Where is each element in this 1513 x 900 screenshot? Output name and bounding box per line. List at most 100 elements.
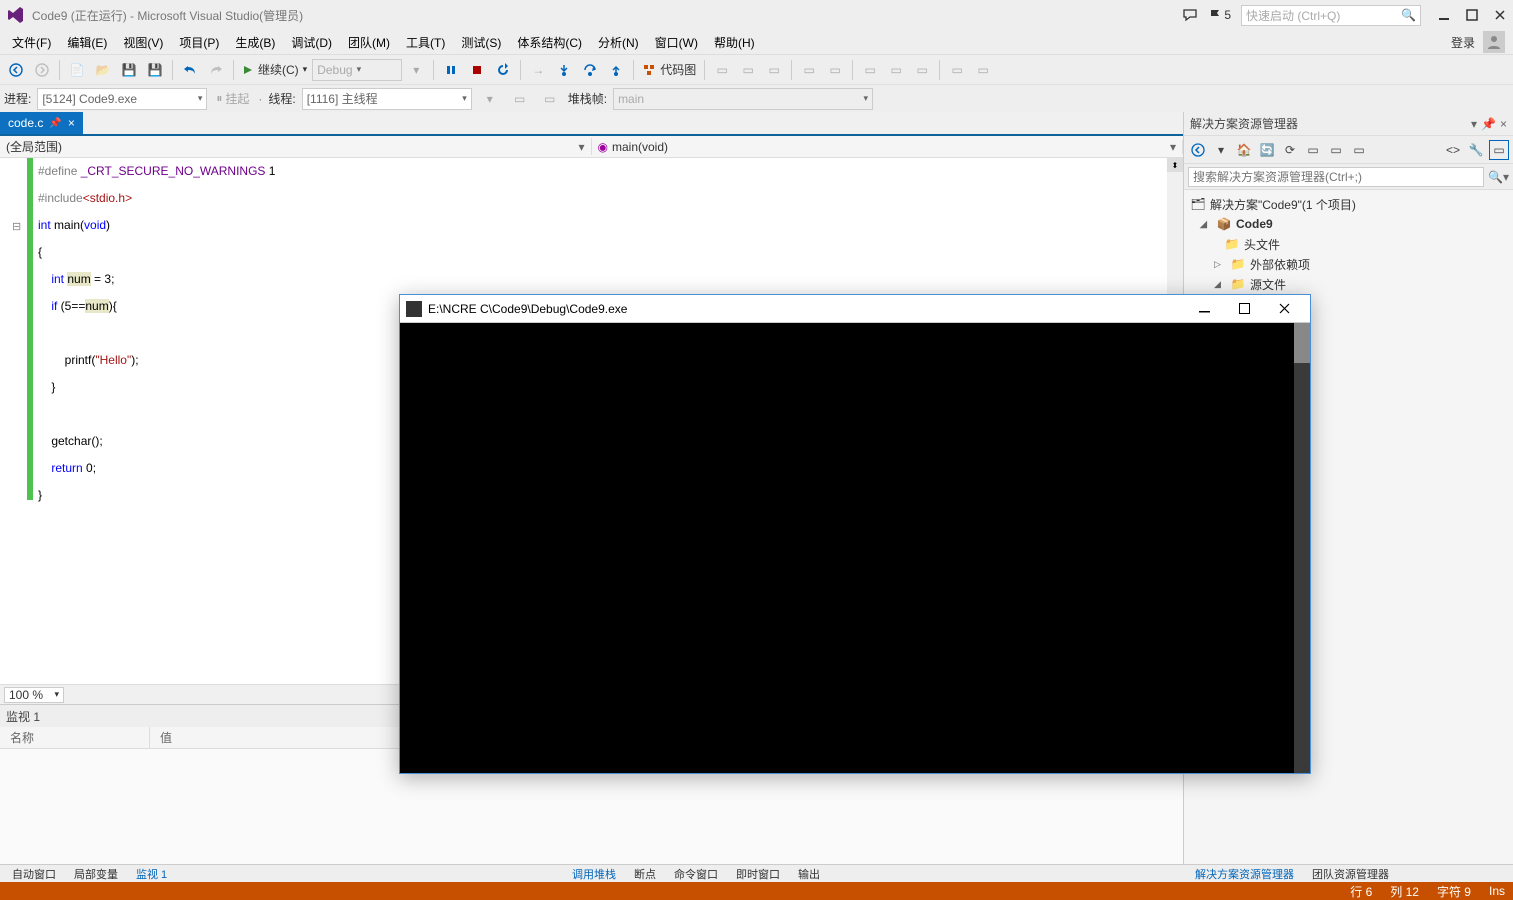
- btab-team-explorer[interactable]: 团队资源管理器: [1304, 865, 1397, 882]
- chevron-right-icon[interactable]: ▷: [1214, 259, 1226, 270]
- btab-breakpoints[interactable]: 断点: [626, 865, 664, 882]
- console-scrollbar[interactable]: [1294, 323, 1310, 773]
- thread-icon-1[interactable]: ▾: [478, 87, 502, 111]
- break-all-button[interactable]: [439, 58, 463, 82]
- sln-props-icon[interactable]: ▭: [1349, 140, 1369, 160]
- redo-button[interactable]: [204, 58, 228, 82]
- btab-immediate[interactable]: 即时窗口: [728, 865, 788, 882]
- sln-view-code-icon[interactable]: <>: [1443, 140, 1463, 160]
- sln-sync-icon[interactable]: 🔄: [1257, 140, 1277, 160]
- sln-home-icon[interactable]: 🏠: [1234, 140, 1254, 160]
- menu-project[interactable]: 项目(P): [171, 31, 227, 54]
- avatar-icon[interactable]: [1483, 31, 1505, 53]
- code-content[interactable]: #define _CRT_SECURE_NO_WARNINGS 1 #inclu…: [38, 158, 275, 509]
- tb-icon-3[interactable]: ▭: [762, 58, 786, 82]
- search-icon[interactable]: 🔍▾: [1488, 170, 1509, 184]
- tab-code-c[interactable]: code.c 📌 ×: [0, 112, 83, 134]
- tree-headers[interactable]: 📁头文件: [1184, 234, 1513, 254]
- console-maximize-button[interactable]: [1224, 297, 1264, 321]
- sln-back-icon[interactable]: [1188, 140, 1208, 160]
- watch-col-name[interactable]: 名称: [0, 727, 150, 748]
- show-next-button[interactable]: →: [526, 58, 550, 82]
- btab-watch1[interactable]: 监视 1: [128, 865, 175, 882]
- undo-button[interactable]: [178, 58, 202, 82]
- menu-analyze[interactable]: 分析(N): [590, 31, 647, 54]
- open-button[interactable]: 📂: [91, 58, 115, 82]
- tree-solution-root[interactable]: 🗂解决方案"Code9"(1 个项目): [1184, 194, 1513, 214]
- sln-collapse-icon[interactable]: ▭: [1303, 140, 1323, 160]
- console-scroll-thumb[interactable]: [1294, 323, 1310, 363]
- minimize-button[interactable]: [1437, 8, 1451, 22]
- login-link[interactable]: 登录: [1451, 34, 1475, 51]
- menu-file[interactable]: 文件(F): [4, 31, 59, 54]
- tb-icon-10[interactable]: ▭: [971, 58, 995, 82]
- menu-edit[interactable]: 编辑(E): [59, 31, 115, 54]
- menu-debug[interactable]: 调试(D): [283, 31, 340, 54]
- zoom-combo[interactable]: 100 %▾: [4, 687, 64, 703]
- scope-combo[interactable]: (全局范围)▾: [0, 138, 592, 155]
- tree-external[interactable]: ▷📁外部依赖项: [1184, 254, 1513, 274]
- panel-pin-icon[interactable]: 📌: [1481, 117, 1496, 131]
- tb-icon-6[interactable]: ▭: [858, 58, 882, 82]
- thread-icon-3[interactable]: ▭: [538, 87, 562, 111]
- tb-icon-5[interactable]: ▭: [823, 58, 847, 82]
- tb-icon-8[interactable]: ▭: [910, 58, 934, 82]
- platform-combo[interactable]: ▾: [404, 58, 428, 82]
- panel-dropdown-icon[interactable]: ▾: [1471, 117, 1477, 131]
- save-all-button[interactable]: 💾: [143, 58, 167, 82]
- menu-tools[interactable]: 工具(T): [398, 31, 453, 54]
- tb-icon-2[interactable]: ▭: [736, 58, 760, 82]
- split-icon[interactable]: ⬍: [1167, 158, 1183, 172]
- chevron-down-icon[interactable]: ◢: [1200, 219, 1212, 230]
- panel-close-icon[interactable]: ×: [1500, 117, 1507, 131]
- menu-team[interactable]: 团队(M): [340, 31, 398, 54]
- console-titlebar[interactable]: E:\NCRE C\Code9\Debug\Code9.exe: [400, 295, 1310, 323]
- sln-refresh-icon[interactable]: ⟳: [1280, 140, 1300, 160]
- thread-combo[interactable]: [1116] 主线程▾: [302, 88, 472, 110]
- tb-icon-1[interactable]: ▭: [710, 58, 734, 82]
- feedback-icon[interactable]: [1182, 7, 1198, 23]
- sln-showall-icon[interactable]: ▭: [1326, 140, 1346, 160]
- thread-icon-2[interactable]: ▭: [508, 87, 532, 111]
- btab-callstack[interactable]: 调用堆栈: [564, 865, 624, 882]
- forward-button[interactable]: [30, 58, 54, 82]
- tree-project[interactable]: ◢📦Code9: [1184, 214, 1513, 234]
- console-window[interactable]: E:\NCRE C\Code9\Debug\Code9.exe: [399, 294, 1311, 774]
- menu-architecture[interactable]: 体系结构(C): [509, 31, 590, 54]
- sln-toggle-icon[interactable]: ▭: [1489, 140, 1509, 160]
- config-combo[interactable]: Debug▾: [312, 59, 402, 81]
- new-button[interactable]: 📄: [65, 58, 89, 82]
- sln-forward-icon[interactable]: ▾: [1211, 140, 1231, 160]
- maximize-button[interactable]: [1465, 8, 1479, 22]
- step-out-button[interactable]: [604, 58, 628, 82]
- collapse-icon[interactable]: ⊟: [12, 214, 21, 241]
- notification-area[interactable]: 5: [1182, 7, 1231, 23]
- console-minimize-button[interactable]: [1184, 297, 1224, 321]
- codemap-button[interactable]: 代码图: [639, 58, 699, 82]
- back-button[interactable]: [4, 58, 28, 82]
- sln-wrench-icon[interactable]: 🔧: [1466, 140, 1486, 160]
- tb-icon-4[interactable]: ▭: [797, 58, 821, 82]
- menu-test[interactable]: 测试(S): [453, 31, 509, 54]
- chevron-down-icon[interactable]: ◢: [1214, 279, 1226, 290]
- continue-button[interactable]: 继续(C)▾: [239, 58, 310, 82]
- pin-icon[interactable]: 📌: [49, 118, 61, 129]
- step-into-button[interactable]: [552, 58, 576, 82]
- step-over-button[interactable]: [578, 58, 602, 82]
- tab-close-icon[interactable]: ×: [68, 116, 75, 130]
- member-combo[interactable]: ◉main(void)▾: [592, 140, 1184, 154]
- menu-view[interactable]: 视图(V): [115, 31, 171, 54]
- menu-build[interactable]: 生成(B): [227, 31, 283, 54]
- btab-locals[interactable]: 局部变量: [66, 865, 126, 882]
- menu-window[interactable]: 窗口(W): [647, 31, 706, 54]
- btab-auto[interactable]: 自动窗口: [4, 865, 64, 882]
- restart-button[interactable]: [491, 58, 515, 82]
- btab-command[interactable]: 命令窗口: [666, 865, 726, 882]
- stop-button[interactable]: [465, 58, 489, 82]
- stackframe-combo[interactable]: main▾: [613, 88, 873, 110]
- menu-help[interactable]: 帮助(H): [706, 31, 763, 54]
- save-button[interactable]: 💾: [117, 58, 141, 82]
- solution-search-input[interactable]: [1188, 167, 1484, 187]
- process-combo[interactable]: [5124] Code9.exe▾: [37, 88, 207, 110]
- console-close-button[interactable]: [1264, 297, 1304, 321]
